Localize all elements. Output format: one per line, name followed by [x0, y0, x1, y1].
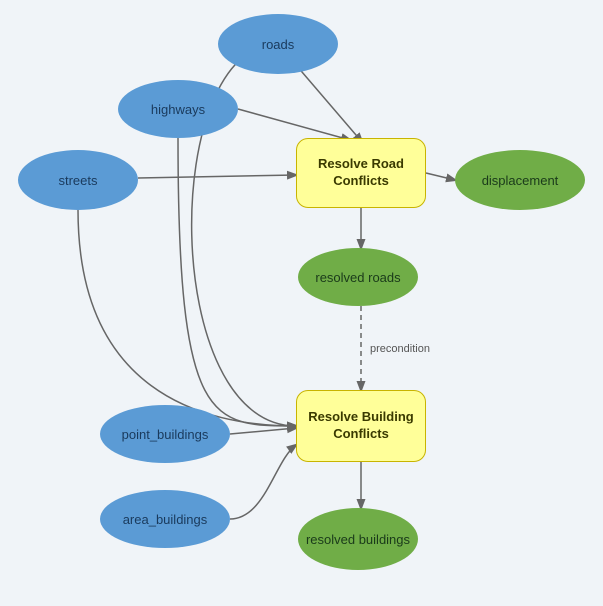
- highways-label: highways: [151, 102, 205, 117]
- diagram-canvas: precondition roads highways streets Reso…: [0, 0, 603, 606]
- resolve-road-node: Resolve Road Conflicts: [296, 138, 426, 208]
- streets-label: streets: [58, 173, 97, 188]
- roads-node: roads: [218, 14, 338, 74]
- resolved-buildings-node: resolved buildings: [298, 508, 418, 570]
- resolve-road-label: Resolve Road Conflicts: [303, 156, 419, 190]
- displacement-label: displacement: [482, 173, 559, 188]
- resolved-roads-label: resolved roads: [315, 270, 400, 285]
- area-buildings-node: area_buildings: [100, 490, 230, 548]
- resolved-roads-node: resolved roads: [298, 248, 418, 306]
- area-buildings-label: area_buildings: [123, 512, 208, 527]
- resolve-building-label: Resolve Building Conflicts: [303, 409, 419, 443]
- streets-node: streets: [18, 150, 138, 210]
- point-buildings-label: point_buildings: [122, 427, 209, 442]
- arrows-svg: precondition: [0, 0, 603, 606]
- resolve-building-node: Resolve Building Conflicts: [296, 390, 426, 462]
- point-buildings-node: point_buildings: [100, 405, 230, 463]
- svg-text:precondition: precondition: [370, 343, 430, 355]
- highways-node: highways: [118, 80, 238, 138]
- roads-label: roads: [262, 37, 295, 52]
- displacement-node: displacement: [455, 150, 585, 210]
- resolved-buildings-label: resolved buildings: [306, 532, 410, 547]
